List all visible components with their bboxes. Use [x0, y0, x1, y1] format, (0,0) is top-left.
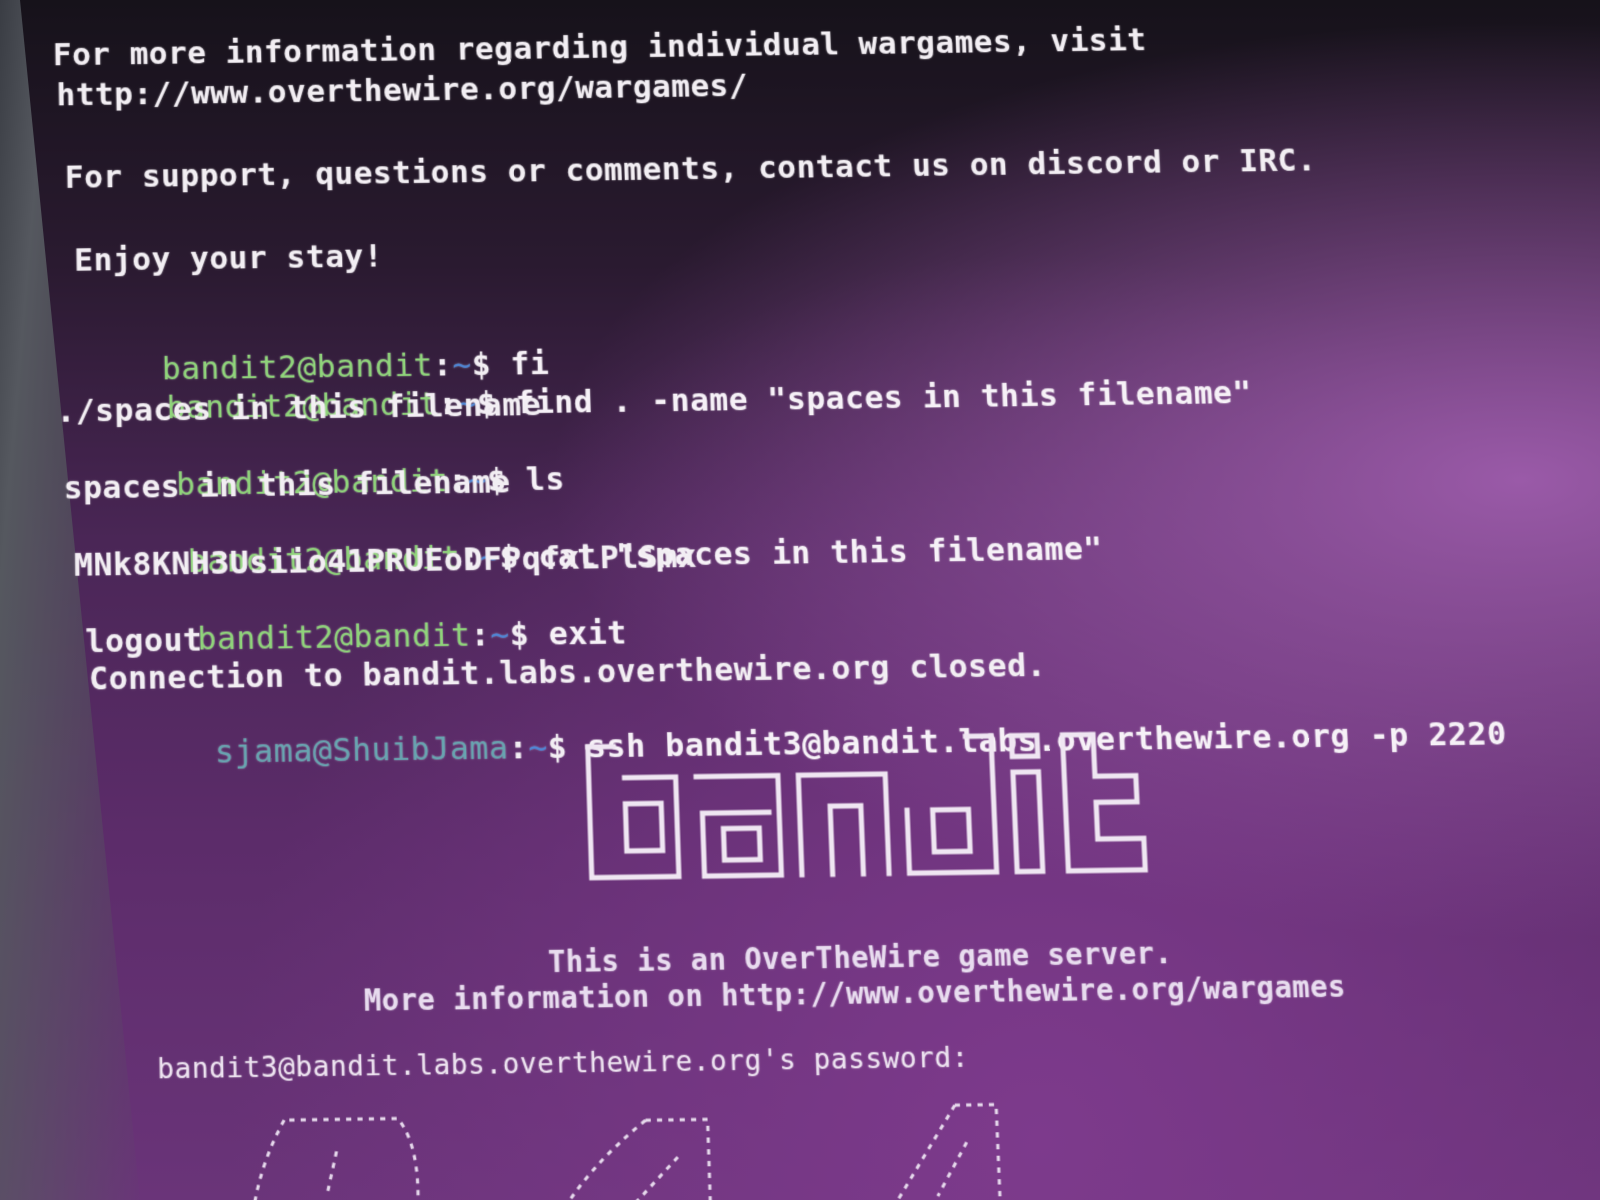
password-prompt[interactable]: bandit3@bandit.labs.overthewire.org's pa… — [157, 1041, 970, 1086]
prompt-symbol: $ — [547, 728, 568, 766]
terminal-screen[interactable]: For more information regarding individua… — [0, 0, 1600, 1200]
output-find: ./spaces in this filename — [56, 386, 542, 430]
terminal-output: For more information regarding individua… — [0, 0, 1600, 1200]
prompt-user: sjama@ShuibJama — [215, 729, 510, 771]
command-text: exit — [548, 614, 627, 652]
prompt-user: bandit2@bandit — [197, 617, 471, 658]
command-text: find . -name "spaces in this filename" — [515, 374, 1253, 421]
output-ls: spaces in this filename — [63, 464, 511, 507]
enjoy-line: Enjoy your stay! — [74, 238, 384, 279]
prompt-symbol: $ — [509, 616, 530, 654]
support-line: For support, questions or comments, cont… — [65, 142, 1318, 196]
output-logout: logout — [85, 621, 203, 660]
ascii-art-shape — [243, 1099, 1033, 1200]
info-line-1: For more information regarding individua… — [53, 22, 1148, 73]
info-line-2: http://www.overthewire.org/wargames/ — [56, 68, 748, 114]
ascii-art-fragment — [243, 1099, 1033, 1200]
bandit-ascii-logo — [577, 723, 1156, 888]
prompt-path: ~ — [490, 616, 511, 654]
motd-line-2: More information on http://www.overthewi… — [364, 969, 1347, 1018]
command-text: ls — [525, 461, 565, 499]
prompt-path: ~ — [528, 729, 549, 767]
bandit-logo-art — [577, 723, 1156, 888]
